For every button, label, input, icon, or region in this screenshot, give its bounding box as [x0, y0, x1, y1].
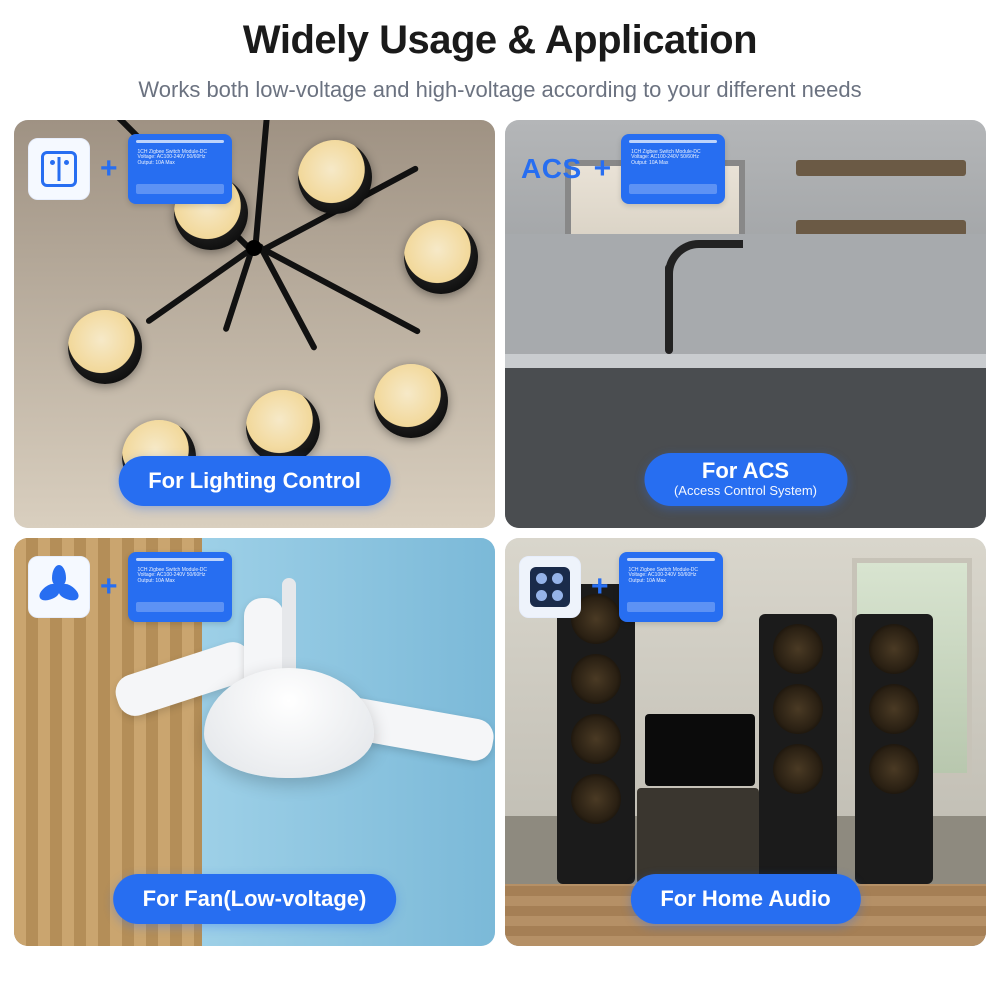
- switch-icon: [28, 138, 90, 200]
- badge-row: + 1CH Zigbee Switch Module-DC Voltage: A…: [28, 134, 232, 204]
- badge-row: ACS + 1CH Zigbee Switch Module-DC Voltag…: [519, 134, 725, 204]
- module-chip: 1CH Zigbee Switch Module-DC Voltage: AC1…: [128, 134, 232, 204]
- card-lighting: + 1CH Zigbee Switch Module-DC Voltage: A…: [14, 120, 495, 528]
- module-label: 1CH Zigbee Switch Module-DC Voltage: AC1…: [138, 568, 222, 585]
- badge-row: + 1CH Zigbee Switch Module-DC Voltage: A…: [519, 552, 723, 622]
- module-chip: 1CH Zigbee Switch Module-DC Voltage: AC1…: [128, 552, 232, 622]
- speaker-icon: [519, 556, 581, 618]
- module-label: 1CH Zigbee Switch Module-DC Voltage: AC1…: [629, 568, 713, 585]
- card-acs: ACS + 1CH Zigbee Switch Module-DC Voltag…: [505, 120, 986, 528]
- pill-acs-main: For ACS: [702, 458, 789, 483]
- module-label: 1CH Zigbee Switch Module-DC Voltage: AC1…: [631, 150, 715, 167]
- card-fan: + 1CH Zigbee Switch Module-DC Voltage: A…: [14, 538, 495, 946]
- header: Widely Usage & Application Works both lo…: [0, 0, 1000, 120]
- module-chip: 1CH Zigbee Switch Module-DC Voltage: AC1…: [619, 552, 723, 622]
- acs-text-icon: ACS: [519, 153, 584, 185]
- plus-icon: +: [96, 152, 122, 186]
- plus-icon: +: [590, 152, 616, 186]
- fan-icon: [28, 556, 90, 618]
- plus-icon: +: [96, 570, 122, 604]
- module-label: 1CH Zigbee Switch Module-DC Voltage: AC1…: [138, 150, 222, 167]
- pill-audio: For Home Audio: [630, 874, 860, 924]
- plus-icon: +: [587, 570, 613, 604]
- pill-fan: For Fan(Low-voltage): [113, 874, 397, 924]
- card-grid: + 1CH Zigbee Switch Module-DC Voltage: A…: [0, 120, 1000, 960]
- pill-lighting: For Lighting Control: [118, 456, 391, 506]
- badge-row: + 1CH Zigbee Switch Module-DC Voltage: A…: [28, 552, 232, 622]
- page-title: Widely Usage & Application: [40, 18, 960, 63]
- page-subtitle: Works both low-voltage and high-voltage …: [120, 75, 880, 106]
- pill-acs-sub: (Access Control System): [674, 484, 817, 498]
- card-audio: + 1CH Zigbee Switch Module-DC Voltage: A…: [505, 538, 986, 946]
- pill-acs: For ACS (Access Control System): [644, 453, 847, 505]
- module-chip: 1CH Zigbee Switch Module-DC Voltage: AC1…: [621, 134, 725, 204]
